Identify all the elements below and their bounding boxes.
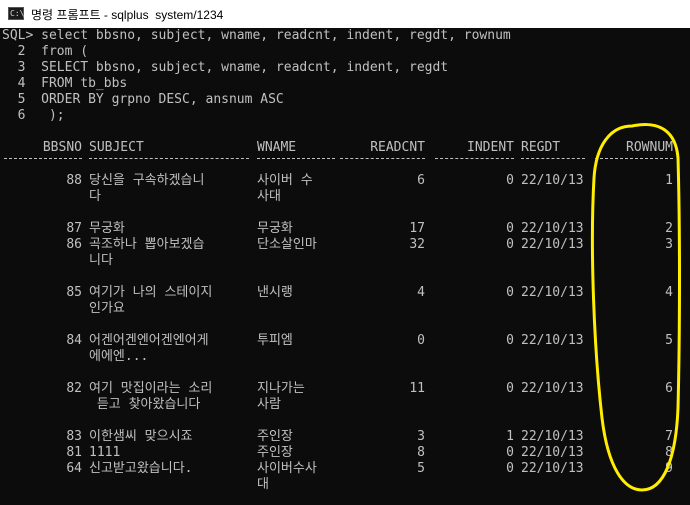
cell-readcnt: 32 [409,237,425,252]
query-line: 5 ORDER BY grpno DESC, ansnum ASC [2,92,284,107]
query-line: 4 FROM tb_bbs [2,76,128,91]
window-title: 명령 프롬프트 - sqlplus system/1234 [31,8,224,22]
cell-bbsno: 88 [66,173,82,188]
cell-wname: 단소살인마 [257,237,317,252]
cell-wname: 주인장 [257,429,293,444]
cell-wname: 주인장 [257,445,293,460]
cell-indent: 0 [506,445,514,460]
cell-indent: 0 [506,333,514,348]
cell-bbsno: 64 [66,461,82,476]
cell-readcnt: 5 [417,461,425,476]
cell-bbsno: 83 [66,429,82,444]
cell-readcnt: 3 [417,429,425,444]
cell-wname: 낸시랭 [257,285,293,300]
header-bbsno: BBSNO [42,140,82,155]
cell-subject: 당신을 구속하겠습니 [89,173,205,188]
cell-indent: 0 [506,285,514,300]
header-regdt: REGDT [521,140,561,155]
cell-bbsno: 81 [66,445,82,460]
cell-subject: 이한샘씨 맞으시죠 [89,429,193,444]
cell-subject: 곡조하나 뽑아보겠습 [89,237,205,252]
cell-readcnt: 17 [409,221,425,236]
cell-wname: 대 [257,477,269,492]
cell-subject: 어겐어겐엔어겐엔어게 [89,333,209,348]
header-readcnt: READCNT [370,140,425,155]
cell-indent: 0 [506,381,514,396]
header-subject: SUBJECT [89,140,144,155]
cell-bbsno: 86 [66,237,82,252]
cell-subject: 여기가 나의 스테이지 [89,285,213,300]
cell-regdt: 22/10/13 [521,221,584,236]
query-line: 6 ); [2,108,65,123]
cell-readcnt: 4 [417,285,425,300]
cell-regdt: 22/10/13 [521,381,584,396]
cell-wname: 투피엠 [257,333,293,348]
cell-bbsno: 87 [66,221,82,236]
cell-subject: 니다 [89,253,113,268]
cell-indent: 0 [506,221,514,236]
header-wname: WNAME [257,140,297,155]
cell-subject: 다 [89,189,101,204]
cell-bbsno: 85 [66,285,82,300]
cmd-console-icon: C:\ [8,7,25,20]
cell-readcnt: 11 [409,381,425,396]
query-line: 2 from ( [2,44,89,59]
cell-readcnt: 6 [417,173,425,188]
cell-readcnt: 0 [417,333,425,348]
cell-bbsno: 82 [66,381,82,396]
header-indent: INDENT [467,140,514,155]
cell-indent: 1 [506,429,514,444]
cell-wname: 사람 [257,397,281,412]
cell-subject: 1111 [89,445,121,460]
cell-regdt: 22/10/13 [521,461,584,476]
cell-readcnt: 8 [417,445,425,460]
cell-wname: 사이버수사 [257,461,317,476]
cell-subject: 신고받고왔습니다. [89,461,193,476]
cell-indent: 0 [506,173,514,188]
cell-regdt: 22/10/13 [521,173,584,188]
query-line: 3 SELECT bbsno, subject, wname, readcnt,… [2,60,449,75]
cell-wname: 무궁화 [257,221,293,236]
cell-indent: 0 [506,237,514,252]
cell-subject: 에에엔... [89,349,149,364]
cell-regdt: 22/10/13 [521,429,584,444]
cell-indent: 0 [506,461,514,476]
cell-wname: 지나가는 [257,381,305,396]
cell-regdt: 22/10/13 [521,333,584,348]
cell-subject: 무궁화 [89,221,125,236]
annotation-highlight [590,123,681,492]
cell-subject: 인가요 [89,301,125,316]
cell-wname: 사이버 수 [257,173,313,188]
cell-regdt: 22/10/13 [521,285,584,300]
cell-subject: 여기 맛집이라는 소리 [89,381,213,396]
console-output[interactable]: SQL> select bbsno, subject, wname, readc… [0,28,690,505]
cell-regdt: 22/10/13 [521,237,584,252]
cell-subject: 듣고 찾아왔습니다 [89,397,201,412]
cell-wname: 사대 [257,189,281,204]
rownum-circle [590,123,681,492]
cell-regdt: 22/10/13 [521,445,584,460]
window-titlebar: C:\ 명령 프롬프트 - sqlplus system/1234 [0,0,690,28]
cell-bbsno: 84 [66,333,82,348]
query-line: SQL> select bbsno, subject, wname, readc… [2,28,511,43]
